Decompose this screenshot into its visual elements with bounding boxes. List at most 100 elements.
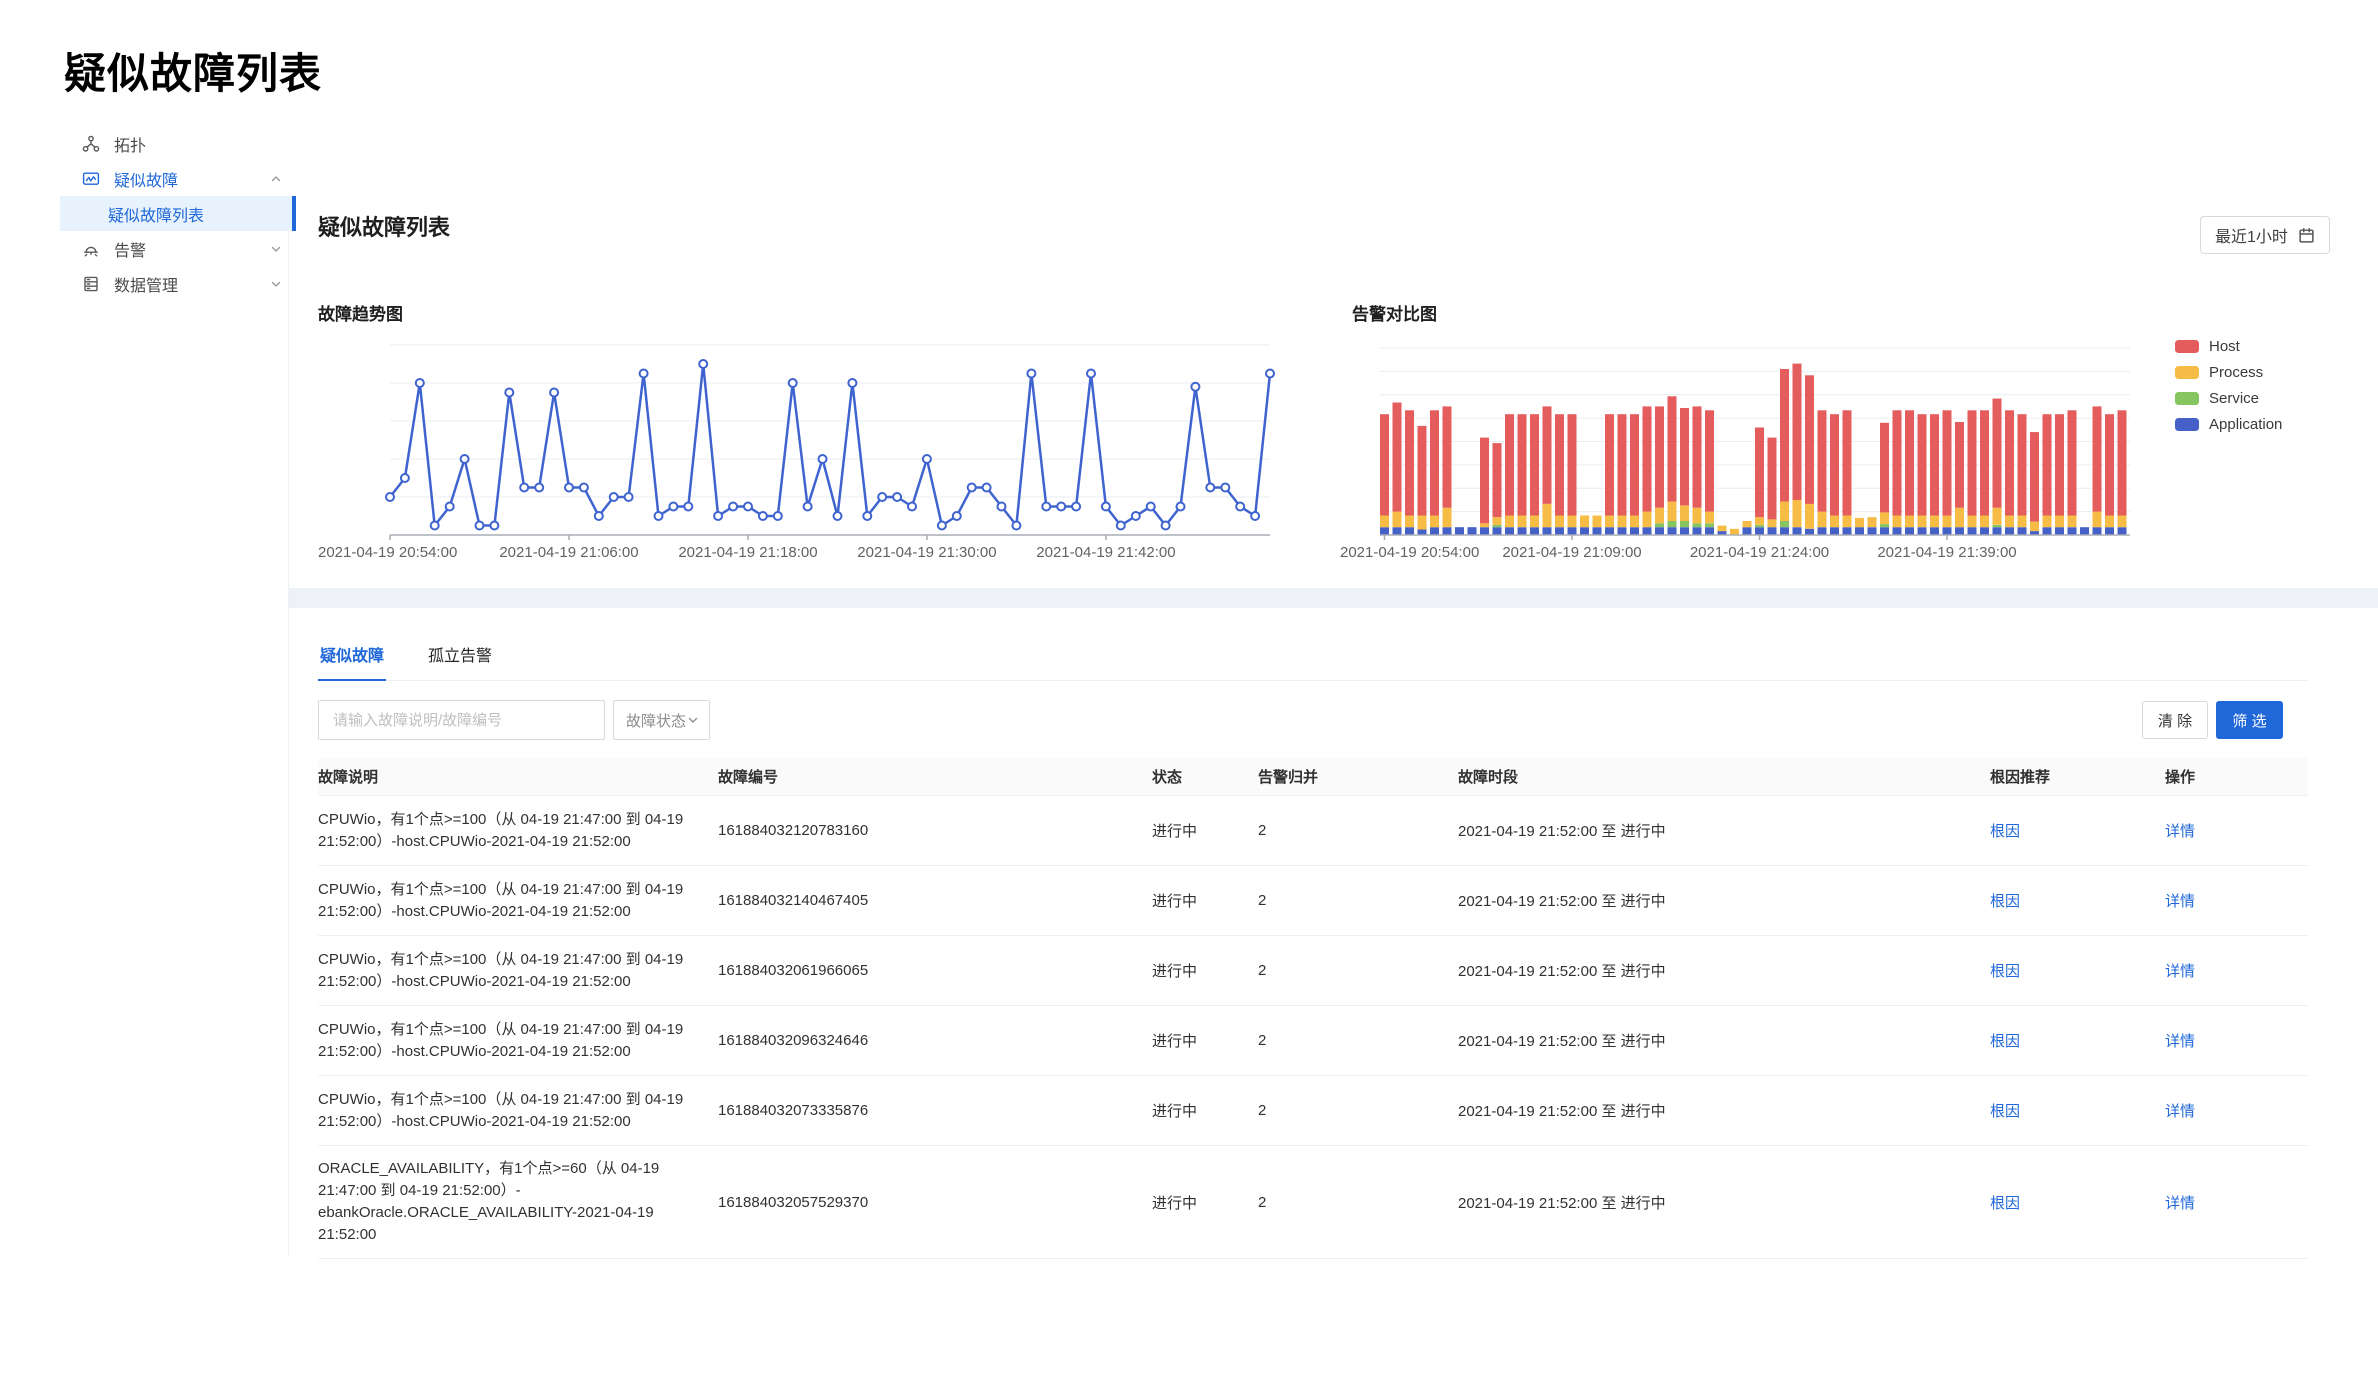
- root-cause-cell: 根因: [1990, 1030, 2165, 1051]
- chevron-down-icon: [687, 714, 699, 726]
- table-row: CPUWio，有1个点>=100（从 04-19 21:47:00 到 04-1…: [318, 866, 2308, 936]
- panel-title: 疑似故障列表: [318, 210, 450, 242]
- status-cell: 进行中: [1152, 1192, 1258, 1213]
- root-cause-cell: 根因: [1990, 1192, 2165, 1213]
- legend-swatch: [2175, 340, 2199, 353]
- section-divider-band: [289, 588, 2378, 608]
- sidebar-item-alerts[interactable]: 告警: [60, 231, 296, 266]
- legend-swatch: [2175, 418, 2199, 431]
- table-row: CPUWio，有1个点>=100（从 04-19 21:47:00 到 04-1…: [318, 796, 2308, 866]
- fault-description-cell: ORACLE_AVAILABILITY，有1个点>=60（从 04-19 21:…: [318, 1158, 718, 1246]
- sidebar-content-divider: [288, 196, 289, 1256]
- sidebar-item-label: 告警: [114, 237, 270, 261]
- table-row: ORACLE_AVAILABILITY，有1个点>=60（从 04-19 21:…: [318, 1146, 2308, 1259]
- table-header-cell: 告警归并: [1258, 766, 1458, 787]
- operation-cell: 详情: [2165, 890, 2308, 911]
- detail-link[interactable]: 详情: [2165, 1033, 2195, 1050]
- table-header-cell: 状态: [1152, 766, 1258, 787]
- root-cause-cell: 根因: [1990, 890, 2165, 911]
- filter-button[interactable]: 筛 选: [2216, 701, 2283, 739]
- detail-link[interactable]: 详情: [2165, 893, 2195, 910]
- fault-period-cell: 2021-04-19 21:52:00 至 进行中: [1458, 1030, 1990, 1051]
- svg-text:2021-04-19 20:54:00: 2021-04-19 20:54:00: [1340, 544, 1479, 561]
- chevron-up-icon: [270, 173, 282, 185]
- merged-alerts-cell: 2: [1258, 892, 1458, 909]
- status-cell: 进行中: [1152, 1030, 1258, 1051]
- search-input[interactable]: [318, 700, 605, 740]
- operation-cell: 详情: [2165, 820, 2308, 841]
- detail-link[interactable]: 详情: [2165, 963, 2195, 980]
- legend-label: Service: [2209, 390, 2259, 407]
- status-select-label: 故障状态: [626, 710, 686, 731]
- root-cause-link[interactable]: 根因: [1990, 1033, 2020, 1050]
- tab-1[interactable]: 孤立告警: [426, 636, 494, 680]
- operation-cell: 详情: [2165, 1030, 2308, 1051]
- root-cause-cell: 根因: [1990, 1100, 2165, 1121]
- fault-table: 故障说明故障编号状态告警归并故障时段根因推荐操作 CPUWio，有1个点>=100…: [318, 758, 2308, 1259]
- sidebar-item-data-management[interactable]: 数据管理: [60, 266, 296, 301]
- root-cause-link[interactable]: 根因: [1990, 1195, 2020, 1212]
- status-cell: 进行中: [1152, 890, 1258, 911]
- fault-description-cell: CPUWio，有1个点>=100（从 04-19 21:47:00 到 04-1…: [318, 949, 718, 993]
- legend-swatch: [2175, 366, 2199, 379]
- root-cause-link[interactable]: 根因: [1990, 963, 2020, 980]
- fault-period-cell: 2021-04-19 21:52:00 至 进行中: [1458, 890, 1990, 911]
- legend-swatch: [2175, 392, 2199, 405]
- sidebar-item-suspected-fault[interactable]: 疑似故障: [60, 161, 296, 196]
- svg-text:2021-04-19 21:18:00: 2021-04-19 21:18:00: [678, 544, 817, 561]
- legend-label: Host: [2209, 338, 2240, 355]
- fault-id-cell: 161884032120783160: [718, 822, 1152, 839]
- table-header-cell: 故障时段: [1458, 766, 1990, 787]
- legend-item: Process: [2175, 364, 2282, 381]
- merged-alerts-cell: 2: [1258, 1032, 1458, 1049]
- operation-cell: 详情: [2165, 960, 2308, 981]
- merged-alerts-cell: 2: [1258, 962, 1458, 979]
- svg-text:2021-04-19 21:09:00: 2021-04-19 21:09:00: [1502, 544, 1641, 561]
- time-range-button[interactable]: 最近1小时: [2200, 216, 2330, 254]
- status-select[interactable]: 故障状态: [613, 700, 710, 740]
- table-header-cell: 根因推荐: [1990, 766, 2165, 787]
- fault-description-cell: CPUWio，有1个点>=100（从 04-19 21:47:00 到 04-1…: [318, 879, 718, 923]
- fault-description-cell: CPUWio，有1个点>=100（从 04-19 21:47:00 到 04-1…: [318, 809, 718, 853]
- fault-id-cell: 161884032073335876: [718, 1102, 1152, 1119]
- sidebar-item-topology[interactable]: 拓扑: [60, 126, 296, 161]
- fault-period-cell: 2021-04-19 21:52:00 至 进行中: [1458, 820, 1990, 841]
- sidebar-subitem[interactable]: 疑似故障列表: [60, 196, 296, 231]
- root-cause-link[interactable]: 根因: [1990, 893, 2020, 910]
- legend-item: Service: [2175, 390, 2282, 407]
- topology-icon: [82, 135, 100, 153]
- svg-text:2021-04-19 20:54:00: 2021-04-19 20:54:00: [318, 544, 457, 561]
- fault-trend-line-chart: 2021-04-19 20:54:00 2021-04-19 21:06:00 20…: [318, 322, 1298, 567]
- svg-text:2021-04-19 21:30:00: 2021-04-19 21:30:00: [857, 544, 996, 561]
- fault-description-cell: CPUWio，有1个点>=100（从 04-19 21:47:00 到 04-1…: [318, 1019, 718, 1063]
- chevron-down-icon: [270, 278, 282, 290]
- detail-link[interactable]: 详情: [2165, 1195, 2195, 1212]
- svg-text:2021-04-19 21:42:00: 2021-04-19 21:42:00: [1036, 544, 1175, 561]
- table-row: CPUWio，有1个点>=100（从 04-19 21:47:00 到 04-1…: [318, 936, 2308, 1006]
- detail-link[interactable]: 详情: [2165, 823, 2195, 840]
- legend-label: Application: [2209, 416, 2282, 433]
- tab-0[interactable]: 疑似故障: [318, 636, 386, 681]
- svg-text:2021-04-19 21:06:00: 2021-04-19 21:06:00: [499, 544, 638, 561]
- sidebar-item-label: 数据管理: [114, 272, 270, 296]
- fault-period-cell: 2021-04-19 21:52:00 至 进行中: [1458, 1192, 1990, 1213]
- calendar-icon: [2298, 227, 2315, 244]
- table-row: CPUWio，有1个点>=100（从 04-19 21:47:00 到 04-1…: [318, 1006, 2308, 1076]
- table-header-row: 故障说明故障编号状态告警归并故障时段根因推荐操作: [318, 758, 2308, 796]
- tab-bar: 疑似故障孤立告警: [318, 636, 2308, 681]
- table-row: CPUWio，有1个点>=100（从 04-19 21:47:00 到 04-1…: [318, 1076, 2308, 1146]
- detail-link[interactable]: 详情: [2165, 1103, 2195, 1120]
- fault-id-cell: 161884032096324646: [718, 1032, 1152, 1049]
- bell-icon: [82, 240, 100, 258]
- svg-text:2021-04-19 21:24:00: 2021-04-19 21:24:00: [1690, 544, 1829, 561]
- table-header-cell: 操作: [2165, 766, 2308, 787]
- root-cause-link[interactable]: 根因: [1990, 1103, 2020, 1120]
- root-cause-link[interactable]: 根因: [1990, 823, 2020, 840]
- chart-legend: Host Process Service Application: [2175, 338, 2282, 433]
- clear-button[interactable]: 清 除: [2142, 701, 2208, 739]
- page: 疑似故障列表 拓扑疑似故障疑似故障列表告警数据管理 疑似故障列表 最近1小时 故…: [0, 0, 2378, 1390]
- legend-item: Application: [2175, 416, 2282, 433]
- status-cell: 进行中: [1152, 960, 1258, 981]
- legend-label: Process: [2209, 364, 2263, 381]
- root-cause-cell: 根因: [1990, 820, 2165, 841]
